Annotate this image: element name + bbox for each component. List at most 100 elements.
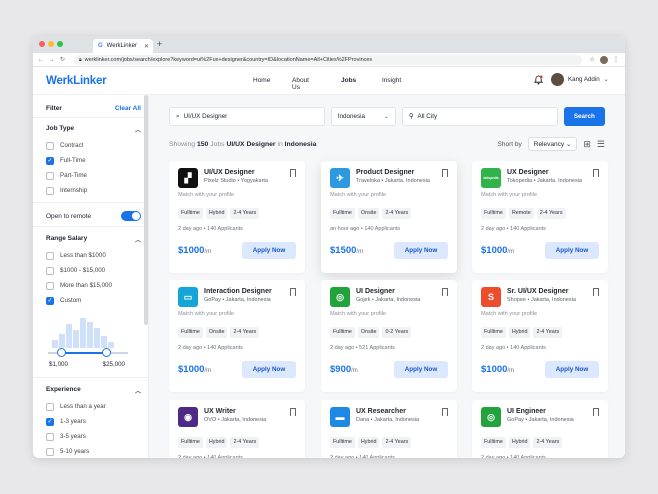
job-card[interactable]: ◎ UI Engineer GoPay • Jakarta, Indonesia… [472, 400, 608, 458]
search-button[interactable]: Search [563, 107, 605, 126]
option-internship[interactable]: Internship [46, 183, 141, 198]
browser-tab[interactable]: G WerkLinker ✕ [93, 39, 153, 53]
salary-value: $1000/m [178, 245, 211, 256]
bookmark-icon[interactable] [593, 408, 599, 416]
option-salary-1[interactable]: Less than $1000 [46, 248, 141, 263]
forward-icon[interactable]: → [48, 57, 55, 63]
checkbox[interactable] [46, 171, 54, 180]
job-card[interactable]: ▞ UI/UX Designer Pixelz Studio • Yogyaka… [169, 161, 305, 273]
checkbox[interactable] [46, 141, 54, 150]
close-tab-icon[interactable]: ✕ [144, 43, 149, 50]
experience-heading: Experience [46, 386, 81, 393]
bell-icon[interactable] [534, 75, 543, 85]
apply-now-button[interactable]: Apply Now [545, 242, 599, 259]
job-title[interactable]: UI Engineer [507, 407, 574, 416]
bookmark-icon[interactable] [442, 408, 448, 416]
apply-now-button[interactable]: Apply Now [394, 361, 448, 378]
list-view-icon[interactable]: ☰ [597, 139, 605, 150]
minimize-window-button[interactable] [48, 41, 54, 47]
option-exp-3[interactable]: 3-5 years [46, 429, 141, 444]
job-title[interactable]: UI/UX Designer [204, 168, 268, 177]
checkbox[interactable] [46, 402, 54, 411]
reload-icon[interactable]: ↻ [59, 56, 66, 63]
job-tags: Fulltime Hybrid 2-4 Years [481, 437, 599, 448]
clear-all-button[interactable]: Clear All [115, 105, 141, 117]
back-icon[interactable]: ← [37, 57, 44, 63]
job-title[interactable]: Sr. UI/UX Designer [507, 287, 576, 296]
menu-jobs[interactable]: Jobs [341, 77, 356, 84]
company-logo-icon: ◉ [178, 407, 198, 427]
option-contract[interactable]: Contract [46, 138, 141, 153]
bookmark-icon[interactable] [593, 169, 599, 177]
site-logo[interactable]: WerkLinker [46, 75, 107, 87]
checkbox[interactable] [46, 266, 54, 275]
city-input[interactable]: ⚲ All City [401, 107, 558, 126]
job-card[interactable]: ◉ UX Writer OVO • Jakarta, Indonesia Ful… [169, 400, 305, 458]
job-card[interactable]: ▭ Interaction Designer GoPay • Jakarta, … [169, 280, 305, 392]
option-salary-2[interactable]: $1000 - $15,000 [46, 263, 141, 278]
job-title[interactable]: UX Designer [507, 168, 582, 177]
user-menu[interactable]: Kang Addin ⌄ [551, 73, 609, 86]
option-salary-3[interactable]: More than $15,000 [46, 278, 141, 293]
checkbox-checked[interactable]: ✓ [46, 296, 54, 305]
close-window-button[interactable] [39, 41, 45, 47]
job-card[interactable]: ▬ UX Researcher Dana • Jakarta, Indonesi… [321, 400, 457, 458]
checkbox[interactable] [46, 447, 54, 456]
job-title[interactable]: UI Designer [356, 287, 420, 296]
apply-now-button[interactable]: Apply Now [545, 361, 599, 378]
checkbox[interactable] [46, 186, 54, 195]
option-exp-2[interactable]: ✓ 1-3 years [46, 414, 141, 429]
salary-range-slider[interactable] [48, 348, 128, 358]
maximize-window-button[interactable] [57, 41, 63, 47]
bookmark-icon[interactable] [290, 288, 296, 296]
menu-about[interactable]: About Us [292, 77, 309, 91]
open-remote-toggle[interactable] [121, 211, 141, 221]
chevron-up-icon[interactable]: ︿ [135, 386, 141, 396]
menu-insight[interactable]: Insight [382, 77, 401, 84]
checkbox[interactable] [46, 432, 54, 441]
url-field[interactable]: 🔒︎ werklinker.com/jobs/search/explore?ke… [74, 54, 582, 65]
job-title[interactable]: Interaction Designer [204, 287, 272, 296]
option-part-time[interactable]: Part-Time [46, 168, 141, 183]
checkbox-checked[interactable]: ✓ [46, 417, 54, 426]
apply-now-button[interactable]: Apply Now [242, 242, 296, 259]
profile-icon[interactable] [600, 55, 608, 64]
keyword-input[interactable]: ⌕ UI/UX Designer [169, 107, 325, 126]
checkbox-checked[interactable]: ✓ [46, 156, 54, 165]
job-title[interactable]: Product Designer [356, 168, 430, 177]
job-title[interactable]: UX Writer [204, 407, 266, 416]
bookmark-icon[interactable] [442, 169, 448, 177]
slider-min-handle[interactable] [57, 348, 66, 357]
more-icon[interactable]: ⋮ [613, 56, 619, 63]
job-card[interactable]: ◎ UI Designer Gojek • Jakarta, Indonesia… [321, 280, 457, 392]
grid-view-icon[interactable]: ⊞ [583, 139, 591, 150]
chevron-up-icon[interactable]: ︿ [135, 235, 141, 245]
option-full-time[interactable]: ✓ Full-Time [46, 153, 141, 168]
menu-home[interactable]: Home [253, 77, 270, 84]
option-salary-custom[interactable]: ✓ Custom [46, 293, 141, 308]
bookmark-icon[interactable] [593, 288, 599, 296]
job-title[interactable]: UX Researcher [356, 407, 419, 416]
slider-max-handle[interactable] [102, 348, 111, 357]
salary-unit: /m [507, 368, 515, 374]
bookmark-icon[interactable] [442, 288, 448, 296]
checkbox[interactable] [46, 251, 54, 260]
new-tab-button[interactable]: + [157, 39, 162, 49]
apply-now-button[interactable]: Apply Now [394, 242, 448, 259]
sort-select[interactable]: Relevancy ⌄ [527, 137, 578, 151]
sidebar-scrollbar[interactable] [144, 95, 148, 325]
salary-unit: /m [356, 249, 364, 255]
option-exp-1[interactable]: Less than a year [46, 399, 141, 414]
star-icon[interactable]: ☆ [590, 56, 595, 63]
apply-now-button[interactable]: Apply Now [242, 361, 296, 378]
country-select[interactable]: Indonesia ⌄ [330, 107, 396, 126]
bookmark-icon[interactable] [290, 169, 296, 177]
checkbox[interactable] [46, 281, 54, 290]
bookmark-icon[interactable] [290, 408, 296, 416]
option-exp-4[interactable]: 5-10 years [46, 444, 141, 458]
job-card[interactable]: tokopedia UX Designer Tokopedia • Jakart… [472, 161, 608, 273]
chevron-up-icon[interactable]: ︿ [135, 125, 141, 135]
job-card[interactable]: ✈ Product Designer Traveloka • Jakarta, … [321, 161, 457, 273]
job-card[interactable]: S Sr. UI/UX Designer Shopee • Jakarta, I… [472, 280, 608, 392]
company-logo-icon: ◎ [481, 407, 501, 427]
